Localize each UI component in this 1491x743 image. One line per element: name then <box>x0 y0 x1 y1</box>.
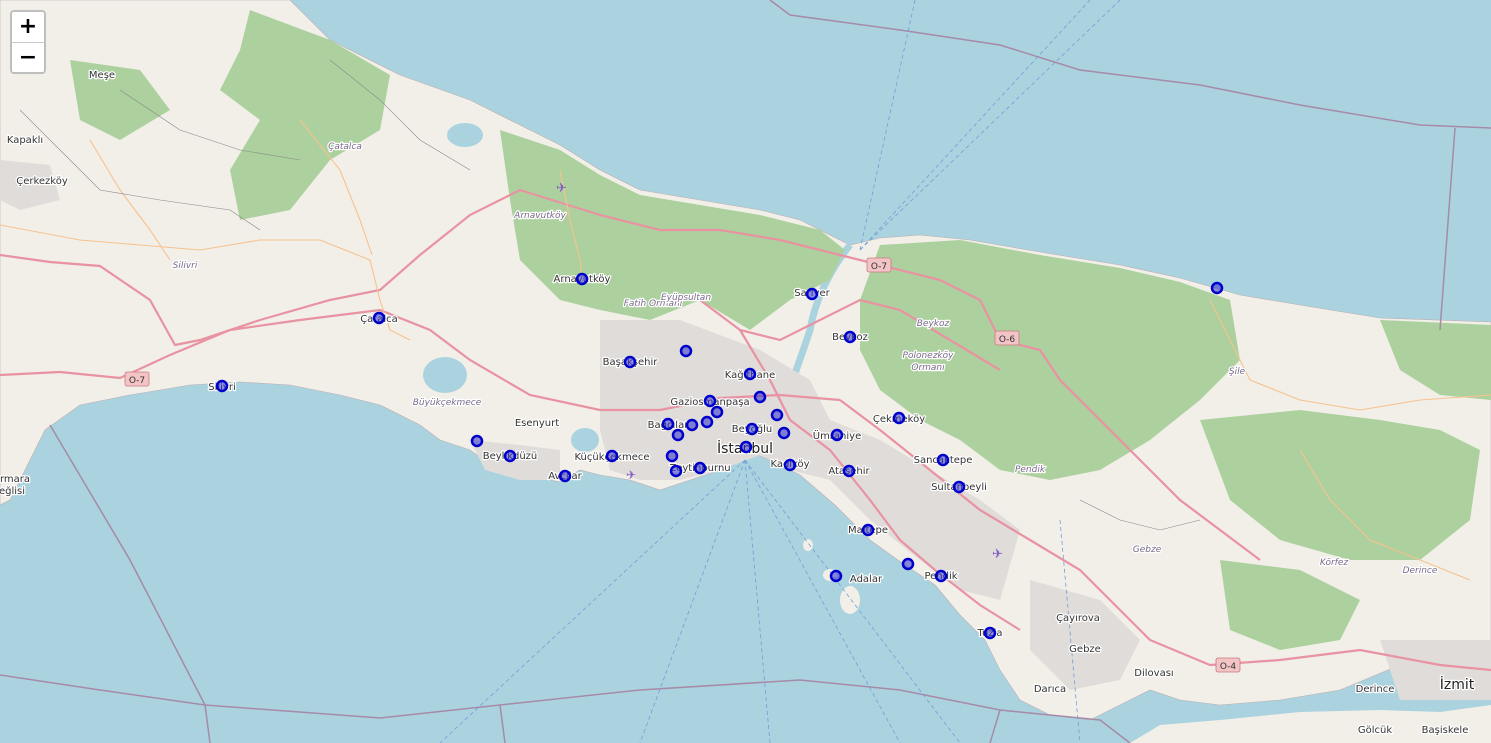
place-label: Çayırova <box>1056 613 1100 624</box>
location-marker[interactable] <box>503 449 517 463</box>
location-marker[interactable] <box>892 411 906 425</box>
svg-text:O-7: O-7 <box>129 376 145 386</box>
place-label: Dilovası <box>1134 668 1173 679</box>
location-marker[interactable] <box>685 418 699 432</box>
place-label: Pendik <box>1015 465 1046 475</box>
location-marker[interactable] <box>665 449 679 463</box>
location-marker[interactable] <box>770 408 784 422</box>
svg-text:✈: ✈ <box>992 547 1003 562</box>
location-marker[interactable] <box>952 480 966 494</box>
zoom-out-button[interactable]: − <box>12 42 44 72</box>
place-label: Çerkezköy <box>16 176 68 187</box>
lake <box>447 123 483 147</box>
place-label: Arnavutköy <box>513 211 566 221</box>
place-label: İzmit <box>1440 675 1475 693</box>
place-label: Büyükçekmece <box>413 398 482 408</box>
location-marker[interactable] <box>215 379 229 393</box>
location-marker[interactable] <box>901 557 915 571</box>
map-canvas[interactable]: ✈ ✈ ✈ O-7 O-7 O-6 O-4 Meşe Kapaklı Çerkezköy Ç… <box>0 0 1491 743</box>
svg-text:O-6: O-6 <box>999 335 1016 345</box>
place-label: Polonezköy <box>903 351 955 361</box>
road-shield: O-4 <box>1215 657 1241 673</box>
location-marker[interactable] <box>843 330 857 344</box>
location-marker[interactable] <box>710 405 724 419</box>
location-marker[interactable] <box>693 461 707 475</box>
place-label: Ormanı <box>911 363 945 373</box>
lake <box>571 428 599 452</box>
location-marker[interactable] <box>842 464 856 478</box>
place-label: Beykoz <box>917 319 950 329</box>
place-label: Darıca <box>1034 684 1066 695</box>
place-label: Şile <box>1229 367 1246 377</box>
road-shield: O-7 <box>866 257 892 273</box>
location-marker[interactable] <box>934 569 948 583</box>
location-marker[interactable] <box>605 449 619 463</box>
island <box>803 539 813 551</box>
location-marker[interactable] <box>700 415 714 429</box>
place-label: Silivri <box>173 261 198 271</box>
place-label: Gölcük <box>1358 725 1392 736</box>
location-marker[interactable] <box>661 417 675 431</box>
svg-text:O-7: O-7 <box>871 262 887 272</box>
location-marker[interactable] <box>783 458 797 472</box>
place-label: Derince <box>1403 566 1438 576</box>
location-marker[interactable] <box>861 523 875 537</box>
road-shield: O-6 <box>994 330 1020 346</box>
place-label: rmara <box>0 474 30 485</box>
location-marker[interactable] <box>805 287 819 301</box>
location-marker[interactable] <box>739 440 753 454</box>
svg-text:✈: ✈ <box>626 468 636 482</box>
location-marker[interactable] <box>575 272 589 286</box>
location-marker[interactable] <box>983 626 997 640</box>
location-marker[interactable] <box>669 464 683 478</box>
location-marker[interactable] <box>830 428 844 442</box>
location-marker[interactable] <box>679 344 693 358</box>
place-label: Meşe <box>89 70 115 81</box>
place-label: Esenyurt <box>515 418 559 429</box>
place-label: Eyüpsultan <box>661 293 711 303</box>
place-label: Gebze <box>1069 644 1101 655</box>
place-label: Adalar <box>850 574 883 585</box>
place-label: Başiskele <box>1422 725 1469 736</box>
location-marker[interactable] <box>936 453 950 467</box>
location-marker[interactable] <box>1210 281 1224 295</box>
place-label: eğlisi <box>0 485 25 497</box>
place-label: Çatalca <box>328 142 362 152</box>
zoom-control: + − <box>10 10 46 74</box>
location-marker[interactable] <box>745 422 759 436</box>
road-shield: O-7 <box>124 371 150 387</box>
place-label: Gebze <box>1133 545 1162 555</box>
location-marker[interactable] <box>777 426 791 440</box>
svg-text:✈: ✈ <box>556 181 567 196</box>
location-marker[interactable] <box>623 355 637 369</box>
place-label: Kapaklı <box>7 135 43 146</box>
island <box>840 586 860 614</box>
location-marker[interactable] <box>703 394 717 408</box>
place-label: Derince <box>1356 684 1395 695</box>
location-marker[interactable] <box>372 311 386 325</box>
place-label: Körfez <box>1320 558 1348 568</box>
location-marker[interactable] <box>558 469 572 483</box>
location-marker[interactable] <box>671 428 685 442</box>
location-marker[interactable] <box>829 569 843 583</box>
location-marker[interactable] <box>743 367 757 381</box>
svg-text:O-4: O-4 <box>1220 662 1237 672</box>
location-marker[interactable] <box>470 434 484 448</box>
zoom-in-button[interactable]: + <box>12 12 44 42</box>
lake <box>423 357 467 393</box>
location-marker[interactable] <box>753 390 767 404</box>
